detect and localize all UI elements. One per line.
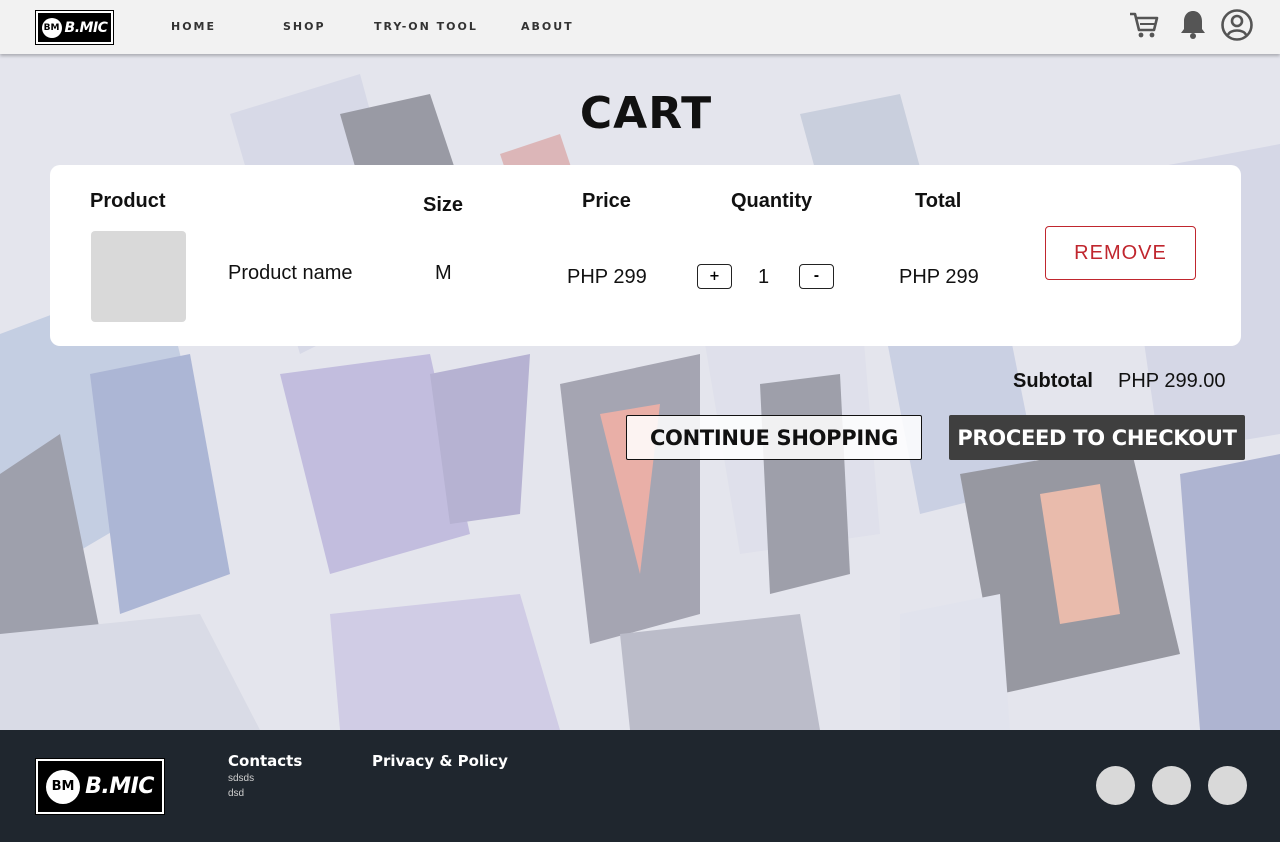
continue-shopping-button[interactable]: CONTINUE SHOPPING bbox=[626, 415, 922, 460]
social-icon[interactable] bbox=[1096, 766, 1135, 805]
account-icon[interactable] bbox=[1220, 8, 1254, 42]
nav-home[interactable]: HOME bbox=[171, 20, 216, 33]
proceed-to-checkout-button[interactable]: PROCEED TO CHECKOUT bbox=[949, 415, 1245, 460]
footer-privacy-policy-link[interactable]: Privacy & Policy bbox=[372, 752, 508, 770]
logo-text: B.MIC bbox=[64, 19, 108, 36]
footer-contact-line: dsd bbox=[228, 788, 245, 799]
cart-table: Product Size Price Quantity Total Produc… bbox=[50, 165, 1241, 346]
column-header-quantity: Quantity bbox=[731, 190, 813, 212]
nav-about[interactable]: ABOUT bbox=[521, 20, 574, 33]
subtotal-value: PHP 299.00 bbox=[1118, 370, 1226, 392]
footer-brand-logo[interactable]: BM B.MIC bbox=[35, 758, 165, 815]
footer-logo-badge-icon: BM bbox=[46, 769, 81, 804]
quantity-decrement-button[interactable]: - bbox=[799, 264, 834, 289]
quantity-value: 1 bbox=[758, 266, 770, 288]
cart-icon[interactable] bbox=[1127, 8, 1161, 42]
footer-contacts-heading: Contacts bbox=[228, 752, 303, 770]
logo-badge-icon: BM bbox=[41, 17, 62, 38]
page-title: CART bbox=[579, 88, 713, 139]
quantity-increment-button[interactable]: + bbox=[697, 264, 732, 289]
nav-shop[interactable]: SHOP bbox=[283, 20, 326, 33]
nav-try-on-tool[interactable]: TRY-ON TOOL bbox=[374, 20, 478, 33]
footer: BM B.MIC Contacts sdsds dsd Privacy & Po… bbox=[0, 730, 1280, 842]
bell-icon[interactable] bbox=[1176, 8, 1210, 42]
footer-logo-text: B.MIC bbox=[85, 774, 154, 799]
social-icon[interactable] bbox=[1152, 766, 1191, 805]
line-total: PHP 299 bbox=[899, 266, 979, 288]
product-size: M bbox=[435, 262, 452, 284]
brand-logo[interactable]: BM B.MIC bbox=[35, 10, 114, 45]
column-header-size: Size bbox=[423, 194, 464, 216]
product-name[interactable]: Product name bbox=[228, 262, 353, 285]
top-navbar: BM B.MIC HOME SHOP TRY-ON TOOL ABOUT bbox=[0, 0, 1280, 54]
remove-button[interactable]: REMOVE bbox=[1045, 226, 1196, 280]
product-thumbnail[interactable] bbox=[91, 231, 186, 322]
subtotal-label: Subtotal bbox=[1013, 370, 1093, 392]
column-header-total: Total bbox=[915, 190, 962, 212]
social-icon[interactable] bbox=[1208, 766, 1247, 805]
footer-contact-line: sdsds bbox=[228, 773, 255, 784]
product-price: PHP 299 bbox=[567, 266, 647, 288]
column-header-price: Price bbox=[582, 190, 631, 212]
column-header-product: Product bbox=[90, 190, 166, 212]
